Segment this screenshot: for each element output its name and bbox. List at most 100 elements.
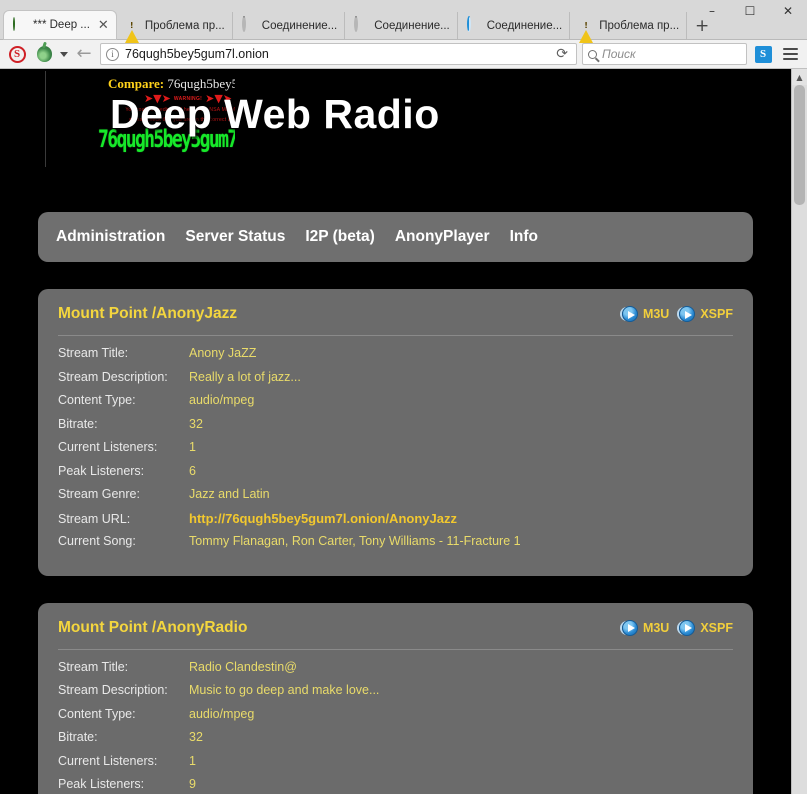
hamburger-menu-icon[interactable]: [779, 43, 801, 65]
table-row: Stream Description: Music to go deep and…: [58, 683, 733, 707]
xspf-link[interactable]: XSPF: [679, 620, 733, 636]
search-box[interactable]: Поиск: [582, 43, 747, 65]
row-label: Bitrate:: [58, 417, 189, 431]
row-value: Tommy Flanagan, Ron Carter, Tony William…: [189, 534, 521, 548]
tab-deep-web-radio[interactable]: *** Deep ... ✕: [4, 11, 116, 39]
tab-label: Проблема пр...: [599, 20, 679, 32]
browser-toolbar: S ← i 76qugh5bey5gum7l.onion ⟳ Поиск S: [0, 40, 807, 69]
compare-url: 76qugh5bey5gum7l.onion: [167, 76, 235, 91]
row-value: 9: [189, 777, 196, 791]
row-label: Content Type:: [58, 707, 189, 721]
close-tab-icon[interactable]: ✕: [98, 19, 109, 32]
loading-spinner-icon: [354, 18, 369, 33]
url-bar[interactable]: i 76qugh5bey5gum7l.onion ⟳: [100, 43, 577, 65]
tab-connecting-3[interactable]: Соединение...: [458, 12, 570, 39]
row-label: Current Listeners:: [58, 440, 189, 454]
row-value: Really a lot of jazz...: [189, 370, 301, 384]
row-value: 32: [189, 417, 203, 431]
table-row: Stream Genre: Jazz and Latin: [58, 487, 733, 511]
xspf-link[interactable]: XSPF: [679, 306, 733, 322]
stream-url-link[interactable]: http://76qugh5bey5gum7l.onion/AnonyJazz: [189, 511, 457, 526]
row-label: Stream Title:: [58, 346, 189, 360]
row-label: Bitrate:: [58, 730, 189, 744]
warning-icon: [125, 18, 140, 33]
close-window-button[interactable]: ✕: [769, 0, 807, 22]
browser-window: – ☐ ✕ *** Deep ... ✕ Проблема пр... Соед…: [0, 0, 807, 794]
search-placeholder: Поиск: [602, 47, 636, 61]
nav-item-i2p[interactable]: I2P (beta): [305, 228, 375, 246]
xspf-label: XSPF: [700, 307, 733, 321]
back-button[interactable]: ←: [73, 43, 95, 65]
mount-header: Mount Point /AnonyRadio M3U XSPF: [58, 619, 733, 650]
table-row: Content Type: audio/mpeg: [58, 707, 733, 731]
row-label: Stream URL:: [58, 512, 189, 526]
table-row: Stream Title: Radio Clandestin@: [58, 660, 733, 684]
mount-point-panel: Mount Point /AnonyRadio M3U XSPF: [38, 603, 753, 794]
compare-line: Compare: 76qugh5bey5gum7l.onion: [108, 76, 235, 92]
row-value: Anony JaZZ: [189, 346, 256, 360]
table-row: Bitrate: 32: [58, 417, 733, 441]
window-controls: – ☐ ✕: [693, 0, 807, 22]
tab-label: Соединение...: [487, 20, 562, 32]
mount-details: Stream Title: Radio Clandestin@ Stream D…: [58, 650, 733, 794]
tab-label: *** Deep ...: [33, 19, 90, 31]
tab-problem-2[interactable]: Проблема пр...: [570, 12, 687, 39]
scrollbar-thumb[interactable]: [794, 85, 805, 205]
tab-connecting-1[interactable]: Соединение...: [233, 12, 345, 39]
mount-title: Mount Point /AnonyJazz: [58, 305, 237, 323]
row-value: 6: [189, 464, 196, 478]
tab-strip: – ☐ ✕ *** Deep ... ✕ Проблема пр... Соед…: [0, 0, 807, 40]
mount-header: Mount Point /AnonyJazz M3U XSPF: [58, 305, 733, 336]
nav-item-administration[interactable]: Administration: [56, 228, 165, 246]
tab-connecting-2[interactable]: Соединение...: [345, 12, 457, 39]
row-value: 32: [189, 730, 203, 744]
table-row: Stream URL: http://76qugh5bey5gum7l.onio…: [58, 511, 733, 535]
row-value: 1: [189, 754, 196, 768]
row-value: 1: [189, 440, 196, 454]
mount-details: Stream Title: Anony JaZZ Stream Descript…: [58, 336, 733, 558]
m3u-link[interactable]: M3U: [622, 306, 669, 322]
site-identity-icon[interactable]: i: [106, 48, 119, 61]
search-icon: [588, 50, 597, 59]
row-value: audio/mpeg: [189, 707, 254, 721]
table-row: Current Listeners: 1: [58, 440, 733, 464]
tab-label: Соединение...: [374, 20, 449, 32]
compare-label: Compare:: [108, 76, 164, 91]
extension-icon[interactable]: S: [752, 43, 774, 65]
vertical-scrollbar[interactable]: ▲: [791, 69, 807, 794]
mount-playlist-links: M3U XSPF: [622, 620, 733, 636]
minimize-button[interactable]: –: [693, 0, 731, 22]
row-value: Radio Clandestin@: [189, 660, 297, 674]
table-row: Current Song: Tommy Flanagan, Ron Carter…: [58, 534, 733, 558]
row-label: Current Song:: [58, 534, 189, 548]
tab-problem-1[interactable]: Проблема пр...: [116, 12, 233, 39]
m3u-label: M3U: [643, 307, 669, 321]
row-label: Peak Listeners:: [58, 464, 189, 478]
mount-playlist-links: M3U XSPF: [622, 306, 733, 322]
row-label: Content Type:: [58, 393, 189, 407]
play-icon: [679, 620, 695, 636]
maximize-button[interactable]: ☐: [731, 0, 769, 22]
reload-icon[interactable]: ⟳: [556, 46, 571, 62]
chevron-down-icon[interactable]: [60, 52, 68, 57]
nav-item-anonyplayer[interactable]: AnonyPlayer: [395, 228, 490, 246]
row-label: Current Listeners:: [58, 754, 189, 768]
table-row: Stream Description: Really a lot of jazz…: [58, 370, 733, 394]
m3u-link[interactable]: M3U: [622, 620, 669, 636]
table-row: Bitrate: 32: [58, 730, 733, 754]
table-row: Peak Listeners: 6: [58, 464, 733, 488]
mount-point-panel: Mount Point /AnonyJazz M3U XSPF: [38, 289, 753, 576]
onion-icon[interactable]: [33, 43, 55, 65]
xspf-label: XSPF: [700, 621, 733, 635]
row-label: Stream Description:: [58, 683, 189, 697]
nav-item-server-status[interactable]: Server Status: [185, 228, 285, 246]
url-text: 76qugh5bey5gum7l.onion: [125, 47, 550, 61]
nav-item-info[interactable]: Info: [510, 228, 538, 246]
scrollbar-track[interactable]: [792, 85, 807, 794]
row-value: Jazz and Latin: [189, 487, 270, 501]
noscript-icon[interactable]: S: [6, 43, 28, 65]
globe-icon: [13, 18, 28, 33]
site-navigation: Administration Server Status I2P (beta) …: [38, 212, 753, 262]
scroll-up-icon[interactable]: ▲: [792, 69, 807, 85]
mount-title: Mount Point /AnonyRadio: [58, 619, 247, 637]
